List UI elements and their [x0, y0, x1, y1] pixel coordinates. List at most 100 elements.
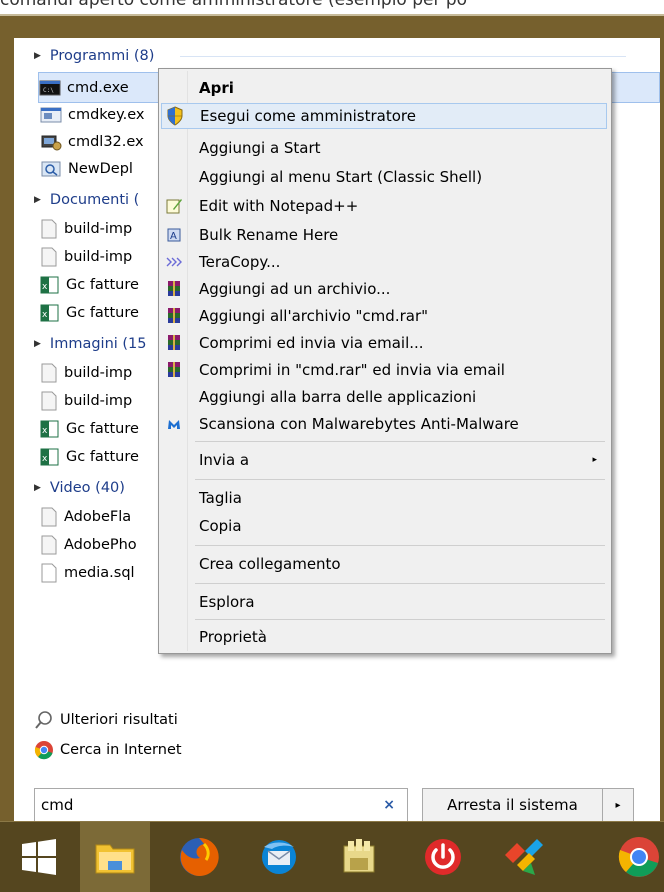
document-icon — [41, 391, 57, 411]
menu-item-compress-email[interactable]: Comprimi ed invia via email... — [161, 330, 607, 356]
result-item-video[interactable]: media.sql — [40, 560, 160, 586]
group-header-images[interactable]: ▶ Immagini (15 — [34, 334, 147, 354]
menu-item-edit-notepad[interactable]: Edit with Notepad++ — [161, 193, 607, 219]
result-item-document[interactable]: build-imp — [40, 244, 160, 270]
document-icon — [41, 535, 57, 555]
menu-separator — [195, 545, 605, 546]
document-icon — [41, 507, 57, 527]
winrar-icon — [168, 281, 180, 296]
menu-item-label: Crea collegamento — [199, 555, 341, 573]
menu-item-label: Bulk Rename Here — [199, 226, 339, 244]
svg-text:x: x — [42, 282, 48, 292]
result-item-excel[interactable]: x Gc fatture — [40, 416, 160, 442]
excel-file-icon: x — [40, 276, 59, 294]
taskbar-chrome[interactable] — [604, 822, 664, 892]
taskbar-firefox[interactable] — [164, 822, 234, 892]
taskbar-shutdown-app[interactable] — [408, 822, 478, 892]
taskbar-library[interactable] — [324, 822, 394, 892]
expand-triangle-icon: ▶ — [34, 51, 41, 61]
menu-item-explore[interactable]: Esplora — [161, 589, 607, 615]
menu-item-pin-start[interactable]: Aggiungi a Start — [161, 135, 607, 161]
submenu-arrow-icon: ▸ — [592, 455, 597, 465]
menu-item-label: Edit with Notepad++ — [199, 197, 359, 215]
bulk-rename-icon: A — [167, 228, 181, 242]
group-label: Documenti ( — [49, 192, 140, 208]
result-label: NewDepl — [68, 161, 133, 177]
taskbar — [0, 821, 664, 892]
menu-item-pin-taskbar[interactable]: Aggiungi alla barra delle applicazioni — [161, 384, 607, 410]
result-item-video[interactable]: AdobeFla — [40, 504, 160, 530]
result-label: Gc fatture — [66, 449, 139, 465]
result-label: AdobeFla — [64, 509, 132, 525]
menu-separator — [195, 583, 605, 584]
menu-item-run-as-admin[interactable]: Esegui come amministratore — [161, 103, 607, 129]
menu-item-label: Taglia — [199, 489, 242, 507]
clear-search-icon[interactable]: × — [383, 797, 395, 813]
svg-text:x: x — [42, 310, 48, 320]
result-label: AdobePho — [64, 537, 137, 553]
taskbar-thunderbird[interactable] — [244, 822, 314, 892]
shutdown-button[interactable]: Arresta il sistema ▸ — [422, 788, 634, 822]
menu-item-cut[interactable]: Taglia — [161, 485, 607, 511]
expand-triangle-icon: ▶ — [34, 195, 41, 205]
teracopy-icon — [166, 257, 182, 267]
group-header-videos[interactable]: ▶ Video (40) — [34, 478, 125, 498]
menu-item-label: Aggiungi alla barra delle applicazioni — [199, 388, 477, 406]
excel-file-icon: x — [40, 304, 59, 322]
search-internet-link[interactable]: Cerca in Internet — [34, 740, 182, 760]
winrar-icon — [168, 362, 180, 377]
winrar-icon — [168, 308, 180, 323]
menu-item-malwarebytes[interactable]: Scansiona con Malwarebytes Anti-Malware — [161, 411, 607, 437]
menu-item-open[interactable]: Apri — [161, 75, 607, 101]
more-results-link[interactable]: Ulteriori risultati — [34, 710, 178, 730]
svg-text:C:\: C:\ — [43, 87, 54, 94]
menu-item-label: TeraCopy... — [199, 253, 281, 271]
result-item-document[interactable]: build-imp — [40, 216, 160, 242]
menu-item-pin-classic-start[interactable]: Aggiungi al menu Start (Classic Shell) — [161, 164, 607, 190]
result-label: build-imp — [64, 249, 133, 265]
context-menu: Apri Esegui come amministratore Aggiungi… — [158, 68, 612, 654]
menu-separator — [195, 619, 605, 620]
menu-item-properties[interactable]: Proprietà — [161, 624, 607, 650]
menu-item-compress-cmd-rar-email[interactable]: Comprimi in "cmd.rar" ed invia via email — [161, 357, 607, 383]
document-icon — [41, 247, 57, 267]
start-button[interactable] — [4, 822, 74, 892]
group-header-programs[interactable]: ▶ Programmi (8) — [34, 46, 154, 66]
library-icon — [343, 839, 375, 873]
menu-item-label: Comprimi ed invia via email... — [199, 334, 424, 352]
result-label: build-imp — [64, 221, 133, 237]
menu-item-add-cmd-rar[interactable]: Aggiungi all'archivio "cmd.rar" — [161, 303, 607, 329]
menu-item-send-to[interactable]: Invia a ▸ — [161, 447, 607, 473]
search-input[interactable]: cmd × — [34, 788, 408, 822]
svg-text:A: A — [170, 231, 177, 242]
result-item-excel[interactable]: x Gc fatture — [40, 300, 160, 326]
result-item-cmdkey[interactable]: cmdkey.ex — [40, 102, 160, 128]
menu-item-bulk-rename[interactable]: A Bulk Rename Here — [161, 222, 607, 248]
menu-item-add-archive[interactable]: Aggiungi ad un archivio... — [161, 276, 607, 302]
result-item-image[interactable]: build-imp — [40, 388, 160, 414]
taskbar-app[interactable] — [488, 822, 558, 892]
result-item-excel[interactable]: x Gc fatture — [40, 444, 160, 470]
shutdown-options-arrow-icon[interactable]: ▸ — [602, 789, 633, 821]
menu-item-copy[interactable]: Copia — [161, 513, 607, 539]
menu-item-label: Esplora — [199, 593, 255, 611]
menu-item-label: Proprietà — [199, 628, 267, 646]
result-item-cmdl32[interactable]: cmdl32.ex — [40, 129, 160, 155]
result-item-newdepl[interactable]: NewDepl — [40, 156, 160, 182]
result-item-excel[interactable]: x Gc fatture — [40, 272, 160, 298]
network-app-icon — [41, 135, 62, 151]
search-app-icon — [41, 161, 61, 177]
menu-item-create-shortcut[interactable]: Crea collegamento — [161, 551, 607, 577]
group-label: Immagini (15 — [49, 336, 147, 352]
windows-start-icon — [22, 839, 56, 875]
result-item-video[interactable]: AdobePho — [40, 532, 160, 558]
result-item-image[interactable]: build-imp — [40, 360, 160, 386]
result-label: Gc fatture — [66, 421, 139, 437]
menu-item-teracopy[interactable]: TeraCopy... — [161, 249, 607, 275]
shutdown-label: Arresta il sistema — [447, 796, 578, 814]
notepad-icon — [166, 199, 182, 214]
expand-triangle-icon: ▶ — [34, 339, 41, 349]
taskbar-file-explorer[interactable] — [80, 822, 150, 892]
group-header-documents[interactable]: ▶ Documenti ( — [34, 190, 139, 210]
menu-separator — [195, 441, 605, 442]
